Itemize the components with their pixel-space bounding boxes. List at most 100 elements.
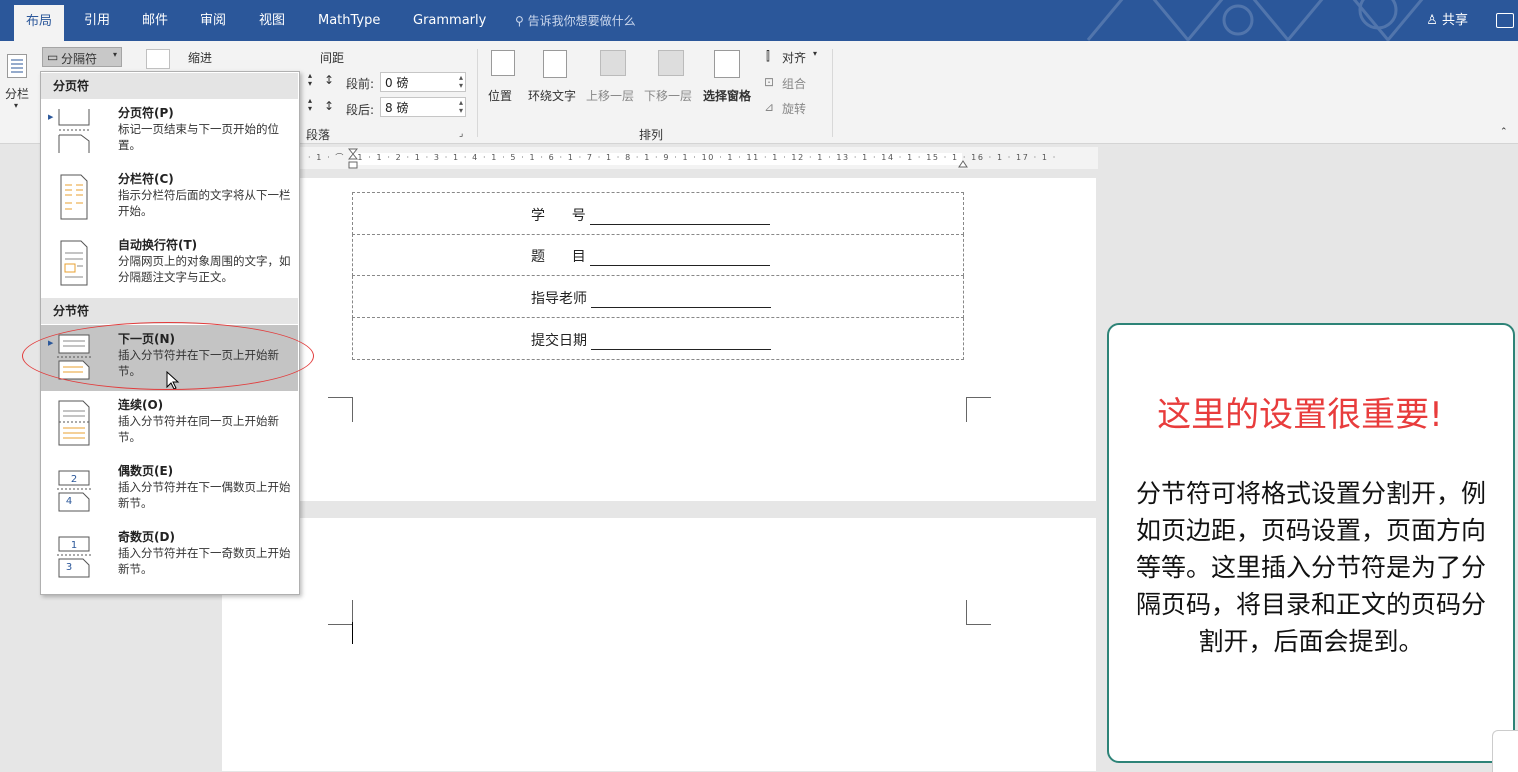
spacing-before-label: 段前: xyxy=(346,77,375,91)
tab-review[interactable]: 审阅 xyxy=(200,0,226,41)
highlight-annotation-oval xyxy=(22,322,314,390)
menu-item-title: 自动换行符(T) xyxy=(118,238,198,252)
group-divider xyxy=(477,49,478,137)
advisor-field[interactable]: 指导老师 xyxy=(531,288,771,308)
submit-date-field[interactable]: 提交日期 xyxy=(531,330,771,350)
margin-corner-mark xyxy=(328,600,353,625)
tab-grammarly[interactable]: Grammarly xyxy=(413,0,486,41)
horizontal-ruler[interactable]: · 1 · ⌒ · 1 · 1 · 2 · 1 · 3 · 1 · 4 · 1 … xyxy=(298,147,1098,169)
indent-label: 缩进 xyxy=(188,51,213,65)
spacing-after-value: 8 磅 xyxy=(385,101,409,115)
odd-page-break-icon: 13 xyxy=(57,536,91,578)
collapse-ribbon-icon[interactable]: ⌃ xyxy=(1500,127,1508,137)
dialog-launcher-icon[interactable]: ⌟ xyxy=(459,129,463,139)
menu-item-desc: 插入分节符并在下一偶数页上开始新节。 xyxy=(118,480,291,510)
document-page-2[interactable] xyxy=(222,518,1096,771)
columns-icon[interactable] xyxy=(7,54,27,78)
menu-item-even-page[interactable]: 24 偶数页(E) 插入分节符并在下一偶数页上开始新节。 xyxy=(41,457,298,523)
share-label: 共享 xyxy=(1441,13,1468,28)
field-label: 题 目 xyxy=(531,249,586,265)
indent-left-spinner[interactable]: ▴ ▾ xyxy=(308,72,312,88)
spinner-arrows-icon[interactable]: ▴ ▾ xyxy=(459,99,463,115)
menu-item-desc: 指示分栏符后面的文字将从下一栏开始。 xyxy=(118,188,291,218)
spacing-after-input[interactable]: 8 磅 ▴ ▾ xyxy=(380,97,466,117)
menu-item-title: 偶数页(E) xyxy=(118,464,174,478)
field-label: 学 号 xyxy=(531,208,586,224)
spinner-arrows-icon[interactable]: ▴ ▾ xyxy=(459,74,463,90)
chevron-down-icon: ▾ xyxy=(113,50,118,59)
wrap-text-icon[interactable] xyxy=(543,50,567,78)
chevron-down-icon: ▾ xyxy=(813,49,818,58)
tab-view[interactable]: 视图 xyxy=(259,0,285,41)
align-button[interactable]: 对齐 xyxy=(782,49,806,66)
title-field[interactable]: 题 目 xyxy=(531,246,770,266)
menu-item-text-wrapping-break[interactable]: 自动换行符(T) 分隔网页上的对象周围的文字，如分隔题注文字与正文。 xyxy=(41,231,298,297)
tab-mailings[interactable]: 邮件 xyxy=(142,0,168,41)
menu-item-desc: 标记一页结束与下一页开始的位置。 xyxy=(118,122,279,152)
bring-forward-button[interactable]: 上移一层 xyxy=(586,87,634,104)
right-indent-marker-icon[interactable] xyxy=(958,157,968,172)
margin-corner-mark xyxy=(328,397,353,422)
position-icon[interactable] xyxy=(491,50,515,76)
group-button[interactable]: 组合 xyxy=(782,75,806,92)
svg-text:1: 1 xyxy=(71,540,77,551)
lightbulb-icon: ⚲ xyxy=(515,14,528,28)
submenu-pointer-icon: ▶ xyxy=(48,113,54,121)
selection-pane-icon[interactable] xyxy=(714,50,740,78)
callout-body: 分节符可将格式设置分割开，例如页边距，页码设置，页面方向等等。这里插入分节符是为… xyxy=(1135,479,1486,656)
paragraph-group-label: 段落 xyxy=(306,128,331,142)
menu-item-page-break[interactable]: ▶ 分页符(P) 标记一页结束与下一页开始的位置。 xyxy=(41,99,298,165)
title-bar-pattern xyxy=(1086,0,1424,41)
share-button[interactable]: ♙ 共享 xyxy=(1426,0,1468,41)
spacing-before-input[interactable]: 0 磅 ▴ ▾ xyxy=(380,72,466,92)
continuous-break-icon xyxy=(58,400,90,446)
ribbon-tab-bar: 布局 引用 邮件 审阅 视图 MathType Grammarly ⚲ 告诉我你… xyxy=(0,0,1518,41)
rotate-button[interactable]: 旋转 xyxy=(782,100,806,117)
send-backward-button[interactable]: 下移一层 xyxy=(644,87,692,104)
bring-forward-icon[interactable] xyxy=(600,50,626,76)
table-row: 题 目 xyxy=(352,234,964,276)
field-label: 提交日期 xyxy=(531,333,587,349)
tab-layout[interactable]: 布局 xyxy=(14,5,65,41)
underline-blank xyxy=(591,335,771,350)
page-break-icon xyxy=(58,109,90,153)
group-icon: ⊡ xyxy=(764,75,775,89)
rotate-icon: ⊿ xyxy=(764,100,775,114)
ruler-ticks: · 1 · ⌒ · 1 · 1 · 2 · 1 · 3 · 1 · 4 · 1 … xyxy=(308,153,1057,162)
tab-references[interactable]: 引用 xyxy=(84,0,110,41)
align-icon: ⫿ xyxy=(766,49,770,63)
wrap-text-button[interactable]: 环绕文字 xyxy=(528,87,576,104)
margin-corner-mark xyxy=(966,600,991,625)
even-page-break-icon: 24 xyxy=(57,470,91,512)
section-breaks-header: 分节符 xyxy=(41,298,298,324)
callout-heading: 这里的设置很重要! xyxy=(1157,395,1443,435)
underline-blank xyxy=(591,293,771,308)
student-id-field[interactable]: 学 号 xyxy=(531,205,770,225)
breaks-button[interactable]: ▭ 分隔符 ▾ xyxy=(42,47,122,67)
indent-right-spinner[interactable]: ▴ ▾ xyxy=(308,97,312,113)
menu-item-title: 奇数页(D) xyxy=(118,530,175,544)
tell-me-search[interactable]: ⚲ 告诉我你想要做什么 xyxy=(515,0,636,41)
chevron-down-icon: ▾ xyxy=(14,101,19,110)
comments-icon[interactable] xyxy=(1496,13,1514,28)
columns-button[interactable]: 分栏 xyxy=(5,85,29,102)
position-button[interactable]: 位置 xyxy=(488,87,512,104)
breaks-label: 分隔符 xyxy=(61,52,98,66)
underline-blank xyxy=(589,251,770,266)
group-divider xyxy=(832,49,833,137)
menu-item-odd-page[interactable]: 13 奇数页(D) 插入分节符并在下一奇数页上开始新节。 xyxy=(41,523,298,589)
menu-item-title: 分栏符(C) xyxy=(118,172,174,186)
send-backward-icon[interactable] xyxy=(658,50,684,76)
menu-item-title: 连续(O) xyxy=(118,398,164,412)
document-page-1[interactable]: 学 号 题 目 指导老师 提交日期 xyxy=(222,178,1096,501)
selection-pane-button[interactable]: 选择窗格 xyxy=(703,87,751,104)
menu-item-column-break[interactable]: 分栏符(C) 指示分栏符后面的文字将从下一栏开始。 xyxy=(41,165,298,231)
column-break-icon xyxy=(60,174,88,220)
menu-item-continuous[interactable]: 连续(O) 插入分节符并在同一页上开始新节。 xyxy=(41,391,298,457)
scroll-panel-edge[interactable] xyxy=(1492,730,1518,772)
indent-marker-icon[interactable] xyxy=(347,148,359,170)
spacing-label: 间距 xyxy=(320,51,345,65)
line-numbers-icon[interactable] xyxy=(146,49,170,69)
svg-text:3: 3 xyxy=(66,562,72,573)
tab-mathtype[interactable]: MathType xyxy=(318,0,380,41)
